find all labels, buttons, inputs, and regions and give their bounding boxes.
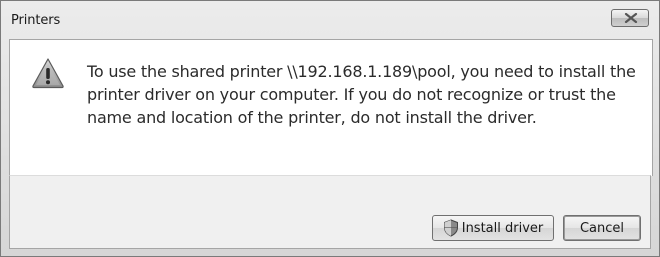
printers-dialog-window: Printers To use the shared printer \\192… xyxy=(0,0,660,257)
cancel-button[interactable]: Cancel xyxy=(563,215,641,241)
cancel-label: Cancel xyxy=(579,220,625,236)
message-area: To use the shared printer \\192.168.1.18… xyxy=(9,39,653,176)
shield-icon xyxy=(443,219,458,237)
close-icon xyxy=(624,13,638,23)
install-driver-label: Install driver xyxy=(461,220,544,236)
close-button[interactable] xyxy=(611,9,649,27)
dialog-message: To use the shared printer \\192.168.1.18… xyxy=(87,62,636,127)
title-bar[interactable]: Printers xyxy=(1,1,659,39)
button-bar: Install driver Cancel xyxy=(9,175,651,249)
window-title: Printers xyxy=(11,13,61,28)
install-driver-button[interactable]: Install driver xyxy=(432,215,554,241)
warning-icon xyxy=(32,58,64,89)
